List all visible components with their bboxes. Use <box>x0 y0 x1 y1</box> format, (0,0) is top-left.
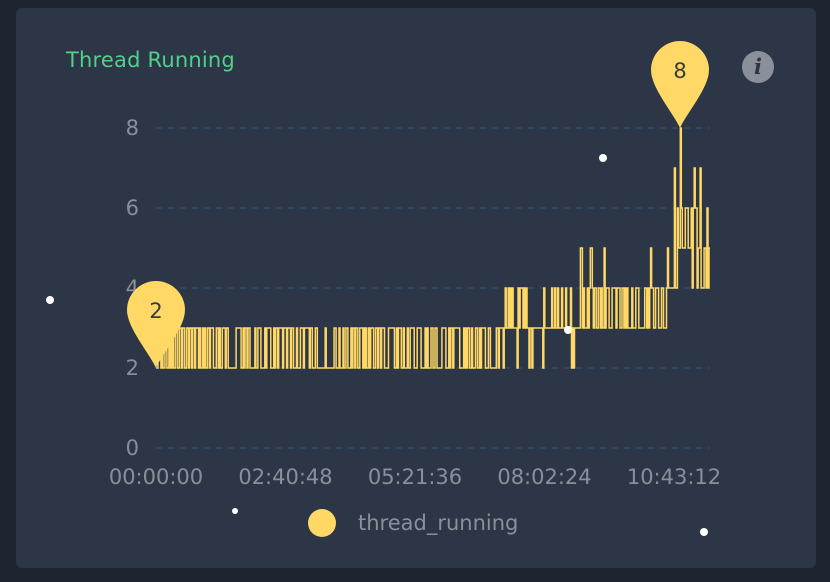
min-marker-label: 2 <box>149 299 162 323</box>
decorative-dot <box>700 528 708 536</box>
max-marker-label: 8 <box>673 59 686 83</box>
decorative-dot <box>232 508 238 514</box>
y-tick-label: 0 <box>126 436 139 460</box>
legend-label: thread_running <box>358 511 519 535</box>
y-tick-label: 6 <box>126 196 139 220</box>
chart-svg: 0246800:00:00 02:40:48 05:21:36 08:02:24 10:… <box>109 41 721 489</box>
series-line-thread-running <box>156 127 710 369</box>
decorative-dot <box>564 326 572 334</box>
legend-item-thread-running[interactable]: thread_running <box>308 508 518 538</box>
max-marker <box>651 41 709 128</box>
decorative-dot <box>599 154 607 162</box>
legend-swatch <box>308 509 336 537</box>
x-tick-label: 10:43:12 <box>627 465 721 489</box>
x-tick-label: 08:02:24 <box>497 465 591 489</box>
x-tick-label: 00:00:00 <box>109 465 203 489</box>
x-tick-label: 02:40:48 <box>238 465 332 489</box>
x-tick-label: 05:21:36 <box>368 465 462 489</box>
y-tick-label: 8 <box>126 116 139 140</box>
y-tick-label: 2 <box>126 356 139 380</box>
decorative-dot <box>46 296 54 304</box>
